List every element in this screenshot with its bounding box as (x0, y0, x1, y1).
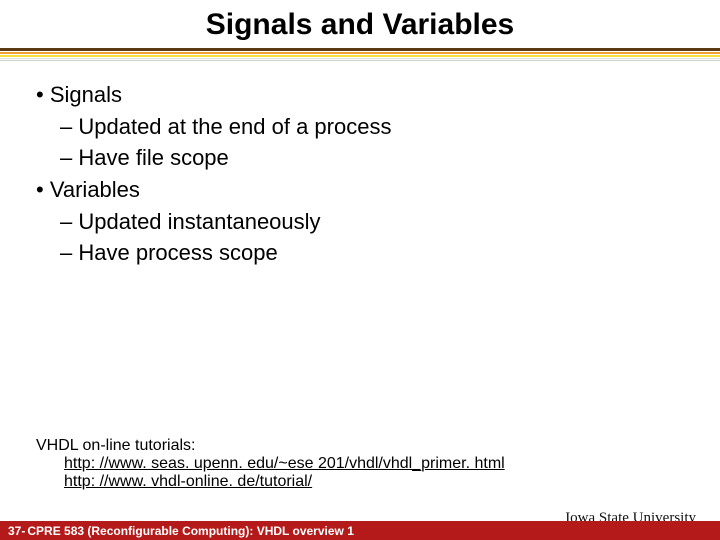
page-number: 37 (8, 524, 21, 538)
rule-dark (0, 48, 720, 51)
rule-grey1 (0, 58, 720, 59)
rule-grey2 (0, 60, 720, 61)
title-rule (0, 46, 720, 64)
bullet-lvl2: Have process scope (60, 238, 684, 268)
bullet-text: Have process scope (78, 240, 277, 265)
bullet-lvl2: Have file scope (60, 143, 684, 173)
bullet-text: Updated instantaneously (78, 209, 320, 234)
tutorial-link[interactable]: http: //www. seas. upenn. edu/~ese 201/v… (64, 455, 505, 473)
bullet-text: Updated at the end of a process (78, 114, 391, 139)
tutorial-link[interactable]: http: //www. vhdl-online. de/tutorial/ (64, 473, 505, 491)
bullet-text: Variables (50, 177, 140, 202)
bullet-text: Have file scope (78, 145, 228, 170)
title-block: Signals and Variables (0, 0, 720, 42)
bullet-lvl1: Variables (36, 175, 684, 205)
body-text: Signals Updated at the end of a process … (0, 64, 720, 268)
tutorials-heading: VHDL on-line tutorials: (36, 437, 505, 455)
slide: Signals and Variables Signals Updated at… (0, 0, 720, 540)
tutorials-block: VHDL on-line tutorials: http: //www. sea… (36, 437, 505, 491)
bullet-lvl2: Updated at the end of a process (60, 112, 684, 142)
rule-orange (0, 52, 720, 54)
bullet-text: Signals (50, 82, 122, 107)
slide-title: Signals and Variables (0, 8, 720, 42)
bullet-lvl1: Signals (36, 80, 684, 110)
footer-bar: 37 - CPRE 583 (Reconfigurable Computing)… (0, 521, 720, 540)
bullet-lvl2: Updated instantaneously (60, 207, 684, 237)
footer-separator: - (21, 524, 25, 538)
course-label: CPRE 583 (Reconfigurable Computing): VHD… (27, 524, 354, 538)
rule-yellow (0, 55, 720, 57)
